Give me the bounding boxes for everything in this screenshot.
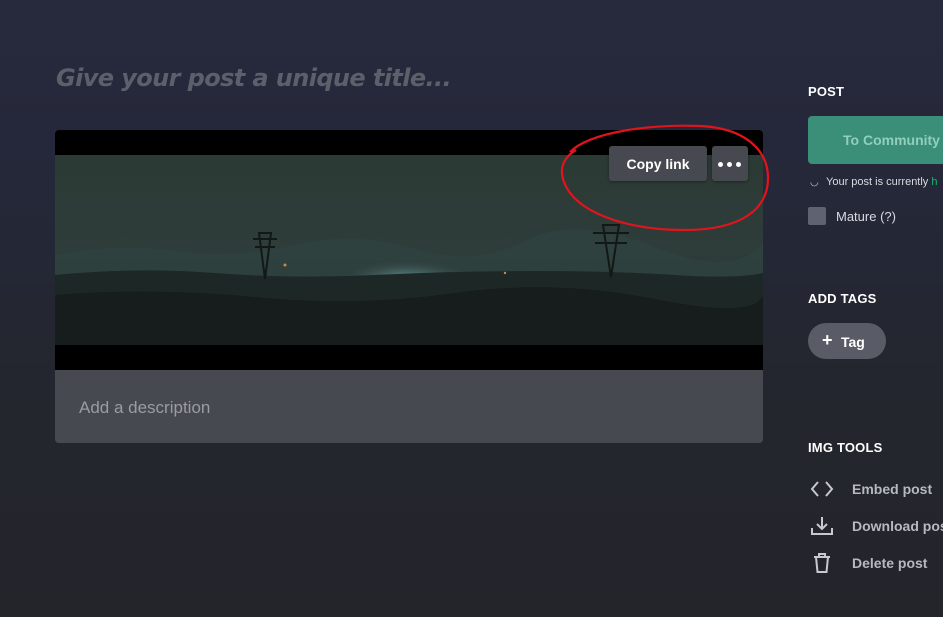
delete-post-label: Delete post (852, 555, 928, 571)
code-brackets-icon (810, 481, 834, 497)
more-options-button[interactable] (712, 146, 748, 181)
description-placeholder: Add a description (79, 398, 211, 417)
img-tools-heading: IMG TOOLS (808, 440, 883, 455)
download-icon (811, 517, 833, 535)
delete-post-button[interactable]: Delete post (808, 550, 943, 576)
post-title-input[interactable]: Give your post a unique title... (56, 64, 776, 92)
embed-post-label: Embed post (852, 481, 933, 497)
status-value[interactable]: h (931, 176, 937, 188)
tag-button-label: Tag (841, 334, 865, 350)
embed-post-button[interactable]: Embed post (808, 476, 943, 502)
download-post-button[interactable]: Download pos (808, 513, 943, 539)
description-field[interactable]: Add a description (55, 370, 763, 443)
add-tag-button[interactable]: + Tag (808, 323, 886, 359)
mature-checkbox[interactable] (808, 207, 826, 225)
eye-closed-icon: ◡ (810, 177, 819, 188)
tags-heading: ADD TAGS (808, 291, 877, 306)
download-post-label: Download pos (852, 518, 943, 534)
copy-link-button[interactable]: Copy link (609, 146, 707, 181)
mature-label[interactable]: Mature (?) (836, 209, 896, 224)
to-community-button[interactable]: To Community (808, 116, 943, 164)
landscape-image (55, 155, 763, 345)
plus-icon: + (822, 330, 833, 350)
post-heading: POST (808, 84, 845, 99)
trash-icon (814, 553, 830, 573)
post-status: ◡ Your post is currently h (810, 176, 938, 188)
status-text: Your post is currently (826, 176, 932, 188)
